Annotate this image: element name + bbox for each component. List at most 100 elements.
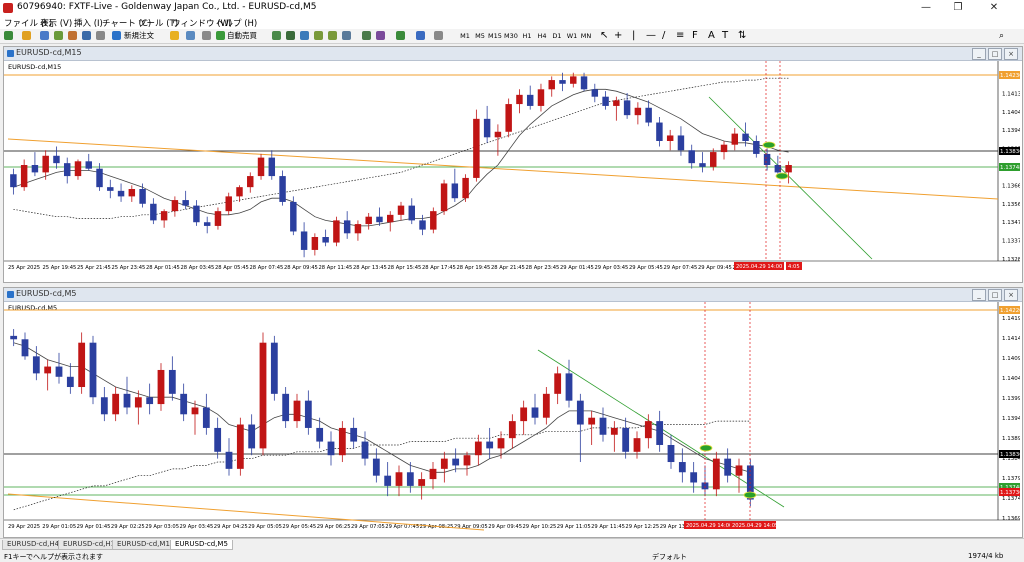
- highlight-ellipse: [762, 141, 776, 149]
- candle-body: [520, 407, 528, 422]
- tab-h1[interactable]: EURUSD-cd,H1: [58, 540, 121, 550]
- candle-body: [248, 424, 256, 449]
- candle-body: [497, 438, 505, 449]
- shift-icon[interactable]: [376, 31, 385, 40]
- cursor-icon[interactable]: ↖: [600, 30, 608, 42]
- label-icon[interactable]: T: [722, 30, 728, 42]
- close-button[interactable]: ✕: [980, 0, 1008, 16]
- chart-maximize-button[interactable]: □: [988, 48, 1002, 60]
- time-marker-label: 2025.04.29 14:05: [732, 523, 778, 529]
- candle-body: [634, 107, 642, 116]
- candle-body: [96, 168, 103, 188]
- profiles-icon[interactable]: [22, 31, 31, 40]
- auto-trade-icon[interactable]: [216, 31, 225, 40]
- navigator-icon[interactable]: [68, 31, 77, 40]
- candle-body: [418, 479, 426, 486]
- scroll-icon[interactable]: [362, 31, 371, 40]
- chart-minimize-button[interactable]: _: [972, 48, 986, 60]
- price-axis-label: 1.13375: [1002, 239, 1020, 245]
- channel-icon[interactable]: ≡: [676, 30, 684, 42]
- candle-body: [316, 427, 324, 442]
- time-axis-label: 25 Apr 23:45: [112, 265, 146, 271]
- tab-h4[interactable]: EURUSD-cd,H4: [2, 540, 65, 550]
- time-axis-label: 28 Apr 21:45: [491, 265, 525, 271]
- candle-body: [688, 150, 695, 164]
- time-axis-label: 29 Apr 03:45: [595, 265, 629, 271]
- indicators-icon[interactable]: [396, 31, 405, 40]
- tf-m5[interactable]: M5: [472, 30, 488, 43]
- candle-body: [430, 211, 437, 230]
- tf-m30[interactable]: M30: [503, 30, 519, 43]
- minimize-button[interactable]: —: [912, 0, 940, 16]
- line-chart-icon[interactable]: [300, 31, 309, 40]
- trendline-icon[interactable]: /: [662, 30, 665, 42]
- app-icon: [3, 3, 13, 13]
- tf-m1[interactable]: M1: [457, 30, 473, 43]
- fibo-icon[interactable]: F: [692, 30, 698, 42]
- restore-button[interactable]: ❐: [944, 0, 972, 16]
- tf-h4[interactable]: H4: [534, 30, 550, 43]
- arrows-icon[interactable]: ⇅: [738, 30, 746, 42]
- chart-maximize-button[interactable]: □: [988, 289, 1002, 301]
- candle-body: [134, 397, 142, 408]
- ask-price-label: 1.13748: [1000, 165, 1020, 171]
- time-axis-label: 29 Apr 04:25: [214, 524, 248, 530]
- candle-body: [282, 393, 290, 422]
- tester-icon[interactable]: [96, 31, 105, 40]
- zoom-out-icon[interactable]: [328, 31, 337, 40]
- data-window-icon[interactable]: [54, 31, 63, 40]
- search-icon[interactable]: ⌕: [999, 31, 1004, 41]
- metaeditor-icon[interactable]: [170, 31, 179, 40]
- tf-h1[interactable]: H1: [519, 30, 535, 43]
- chart-close-button[interactable]: ×: [1004, 48, 1018, 60]
- time-axis-label: 28 Apr 23:45: [526, 265, 560, 271]
- candle-body: [591, 89, 599, 97]
- candle-body: [247, 176, 254, 188]
- candle-body: [214, 427, 222, 452]
- new-order-button[interactable]: 新規注文: [124, 30, 154, 42]
- candle-body: [419, 220, 426, 230]
- tf-d1[interactable]: D1: [549, 30, 565, 43]
- candle-chart-icon[interactable]: [286, 31, 295, 40]
- tile-icon[interactable]: [342, 31, 351, 40]
- candle-body: [10, 335, 18, 340]
- price-axis-label: 1.13660: [1002, 183, 1020, 189]
- menu-view[interactable]: 表示 (V): [40, 17, 72, 29]
- history-icon[interactable]: [202, 31, 211, 40]
- chart-minimize-button[interactable]: _: [972, 289, 986, 301]
- candle-body: [440, 458, 448, 469]
- tab-m5[interactable]: EURUSD-cd,M5: [170, 540, 233, 550]
- auto-trade-button[interactable]: 自動売買: [227, 30, 257, 42]
- time-axis-label: 29 Apr 02:25: [111, 524, 145, 530]
- templates-icon[interactable]: [434, 31, 443, 40]
- candle-body: [112, 393, 120, 415]
- chart-close-button[interactable]: ×: [1004, 289, 1018, 301]
- horizontal-line-icon[interactable]: —: [646, 30, 656, 42]
- time-axis-label: 28 Apr 09:45: [284, 265, 318, 271]
- price-chart-m15[interactable]: EURUSD-cd,M15 1.14230 1.14135 1.14040 1.1394…: [4, 61, 1020, 281]
- new-order-icon[interactable]: [112, 31, 121, 40]
- vertical-line-icon[interactable]: |: [632, 30, 635, 42]
- text-icon[interactable]: A: [708, 30, 715, 42]
- terminal-icon[interactable]: [82, 31, 91, 40]
- price-chart-m5[interactable]: EURUSD-cd,M5 1.14195 1.14145 1.14095 1.14045…: [4, 302, 1020, 536]
- candle-body: [202, 407, 210, 428]
- candle-body: [395, 472, 403, 486]
- time-axis-label: 25 Apr 19:45: [43, 265, 77, 271]
- candle-body: [710, 152, 717, 167]
- options-icon[interactable]: [186, 31, 195, 40]
- red-price-label: 1.13736: [1000, 490, 1020, 496]
- time-axis-label: 29 Apr 2025: [8, 524, 40, 530]
- periods-icon[interactable]: [416, 31, 425, 40]
- menu-help[interactable]: ヘルプ (H): [216, 17, 257, 29]
- market-watch-icon[interactable]: [40, 31, 49, 40]
- tf-mn[interactable]: MN: [578, 30, 594, 43]
- zoom-in-icon[interactable]: [314, 31, 323, 40]
- time-axis-label: 28 Apr 17:45: [422, 265, 456, 271]
- time-axis-label: 29 Apr 03:05: [145, 524, 179, 530]
- new-chart-icon[interactable]: [4, 31, 13, 40]
- crosshair-icon[interactable]: +: [614, 30, 622, 42]
- tf-m15[interactable]: M15: [487, 30, 503, 43]
- bar-chart-icon[interactable]: [272, 31, 281, 40]
- menu-insert[interactable]: 挿入 (I): [74, 17, 103, 29]
